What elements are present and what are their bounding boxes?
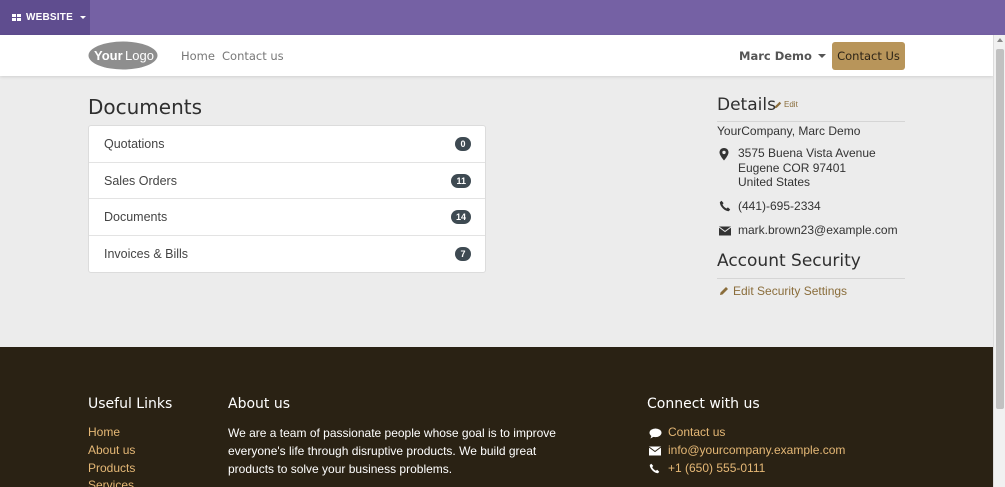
details-title: Details bbox=[717, 95, 776, 115]
footer-contact-link[interactable]: Contact us bbox=[668, 425, 725, 439]
pencil-icon bbox=[774, 101, 782, 108]
caret-down-icon bbox=[817, 54, 826, 58]
company-logo[interactable]: Your Logo bbox=[88, 41, 158, 70]
scroll-up-arrow-icon[interactable] bbox=[997, 38, 1003, 42]
edit-security-settings-link[interactable]: Edit Security Settings bbox=[719, 284, 847, 298]
map-marker-icon bbox=[719, 148, 729, 161]
edit-security-label: Edit Security Settings bbox=[733, 284, 848, 298]
admin-bar: WEBSITE bbox=[0, 0, 1005, 35]
count-badge: 7 bbox=[455, 246, 471, 261]
contact-us-button[interactable]: Contact Us bbox=[832, 42, 905, 70]
connect-title: Connect with us bbox=[647, 396, 760, 412]
security-divider bbox=[717, 278, 905, 279]
svg-text:Your: Your bbox=[94, 48, 123, 63]
documents-list-item[interactable]: Quotations 0 bbox=[89, 126, 485, 163]
documents-list: Quotations 0 Sales Orders 11 Documents 1… bbox=[88, 125, 486, 273]
website-menu-button[interactable]: WEBSITE bbox=[0, 0, 90, 35]
footer-phone-link[interactable]: +1 (650) 555-0111 bbox=[668, 461, 765, 475]
list-item-label: Sales Orders bbox=[104, 173, 177, 188]
list-item-label: Quotations bbox=[104, 137, 165, 151]
footer-link-home[interactable]: Home bbox=[88, 425, 120, 439]
nav-link-contact[interactable]: Contact us bbox=[222, 49, 284, 63]
details-divider bbox=[717, 121, 905, 122]
list-item-label: Documents bbox=[104, 210, 168, 224]
count-badge: 11 bbox=[451, 173, 471, 188]
count-badge: 0 bbox=[455, 137, 471, 151]
site-footer: Useful Links Home About us Products Serv… bbox=[0, 347, 993, 487]
list-item-label: Invoices & Bills bbox=[104, 246, 189, 261]
email-address: mark.brown23@example.com bbox=[738, 223, 898, 237]
caret-down-icon bbox=[79, 16, 86, 19]
address-line: United States bbox=[738, 175, 811, 189]
footer-email-link[interactable]: info@yourcompany.example.com bbox=[668, 443, 845, 457]
documents-list-item[interactable]: Documents 14 bbox=[89, 199, 485, 236]
documents-list-item[interactable]: Invoices & Bills 7 bbox=[89, 236, 485, 273]
apps-grid-icon bbox=[12, 14, 21, 21]
footer-link-about[interactable]: About us bbox=[88, 443, 135, 457]
company-name: YourCompany, Marc Demo bbox=[717, 124, 861, 138]
count-badge: 14 bbox=[450, 210, 471, 224]
scrollbar-thumb[interactable] bbox=[996, 49, 1004, 409]
envelope-icon bbox=[719, 226, 731, 236]
nav-link-home[interactable]: Home bbox=[181, 49, 215, 63]
about-us-title: About us bbox=[228, 396, 291, 412]
website-menu-label: WEBSITE bbox=[26, 12, 73, 23]
address-line: Eugene COR 97401 bbox=[738, 160, 847, 175]
phone-icon bbox=[649, 463, 660, 474]
edit-details-link[interactable]: Edit bbox=[774, 100, 798, 109]
account-security-title: Account Security bbox=[717, 251, 861, 271]
footer-link-services[interactable]: Services bbox=[88, 478, 134, 487]
footer-link-products[interactable]: Products bbox=[88, 461, 135, 475]
phone-number: (441)-695-2334 bbox=[738, 199, 821, 213]
address-block: 3575 Buena Vista Avenue Eugene COR 97401… bbox=[738, 146, 876, 190]
phone-icon bbox=[719, 200, 731, 212]
site-navbar: Your Logo Home Contact us Marc Demo Cont… bbox=[0, 35, 993, 76]
about-us-text: We are a team of passionate people whose… bbox=[228, 426, 556, 476]
svg-text:Logo: Logo bbox=[125, 48, 154, 63]
page-scrollbar[interactable] bbox=[993, 35, 1005, 487]
edit-label: Edit bbox=[784, 100, 798, 109]
documents-title: Documents bbox=[88, 95, 203, 119]
documents-list-item[interactable]: Sales Orders 11 bbox=[89, 163, 485, 199]
address-line: 3575 Buena Vista Avenue bbox=[738, 146, 876, 160]
useful-links-title: Useful Links bbox=[88, 396, 173, 412]
envelope-icon bbox=[649, 446, 661, 456]
comment-icon bbox=[649, 428, 662, 439]
pencil-icon bbox=[720, 287, 728, 295]
user-menu[interactable]: Marc Demo bbox=[739, 49, 826, 63]
user-name: Marc Demo bbox=[739, 49, 812, 63]
